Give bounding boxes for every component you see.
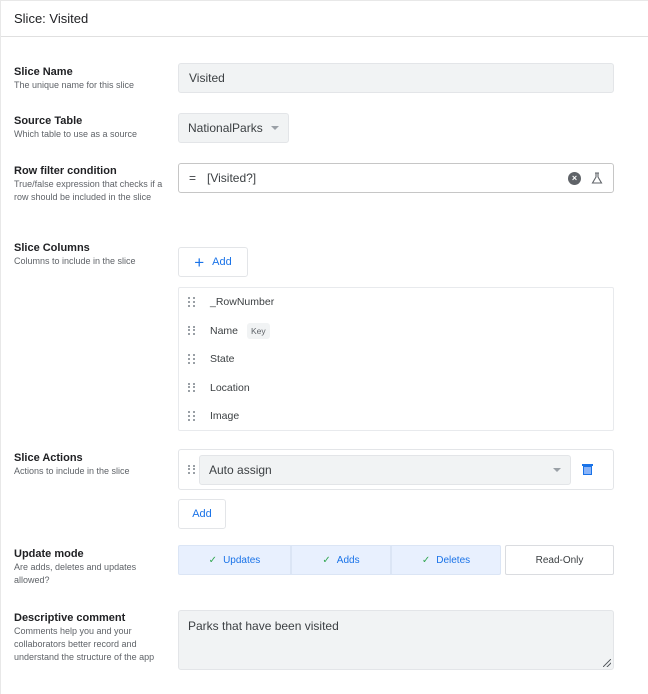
comment-label-group: Descriptive comment Comments help you an… [14,611,164,664]
mode-label: Read-Only [535,554,584,566]
slice-name-label-group: Slice Name The unique name for this slic… [14,65,164,92]
mode-readonly-toggle[interactable]: Read-Only [505,545,614,575]
drag-handle-icon[interactable] [188,382,196,393]
source-table-select[interactable]: NationalParks [178,113,289,143]
slice-name-description: The unique name for this slice [14,80,135,90]
slice-action-value: Auto assign [209,462,272,477]
mode-label: Updates [223,554,261,566]
source-table-description: Which table to use as a source [14,129,138,139]
slice-action-select[interactable]: Auto assign [199,454,571,485]
trash-icon[interactable] [582,464,593,475]
mode-label: Deletes [436,554,471,566]
column-name: _RowNumber [210,296,275,309]
comment-textarea[interactable]: Parks that have been visited [178,610,614,670]
slice-name-label: Slice Name [14,66,73,78]
slice-columns-label: Slice Columns [14,242,90,254]
source-table-label: Source Table [14,115,83,127]
slice-name-value: Visited [189,71,225,85]
slice-actions-label-group: Slice Actions Actions to include in the … [14,451,164,478]
comment-description: Comments help you and your collaborators… [14,626,155,662]
comment-label: Descriptive comment [14,612,126,624]
drag-handle-icon[interactable] [188,411,196,421]
column-name: Image [210,410,240,423]
test-flask-icon[interactable] [591,172,603,184]
check-icon: ✓ [208,554,218,566]
slice-columns-list: _RowNumber Name Key State Location Image [178,287,614,431]
row-filter-expression-input[interactable]: = [Visited?] × [178,163,614,193]
panel-title: Slice: Visited [14,11,89,26]
row-filter-value: [Visited?] [207,171,257,185]
column-item[interactable]: State [179,345,613,374]
column-name: Location [210,381,250,394]
chevron-down-icon [270,126,279,130]
panel-header: Slice: Visited [1,1,648,37]
slice-editor-panel: Slice: Visited Slice Name The unique nam… [0,0,648,694]
column-item[interactable]: Image [179,402,613,431]
row-filter-description: True/false expression that checks if a r… [14,179,163,202]
column-item[interactable]: Name Key [179,317,613,346]
key-badge: Key [247,322,270,339]
slice-action-item: Auto assign [178,449,614,490]
column-name: State [210,353,235,366]
row-filter-label: Row filter condition [14,165,117,177]
chevron-down-icon [553,467,561,472]
comment-value: Parks that have been visited [188,619,339,633]
column-item[interactable]: _RowNumber [179,288,613,317]
drag-handle-icon[interactable] [188,325,196,336]
check-icon: ✓ [322,554,331,566]
source-table-label-group: Source Table Which table to use as a sou… [14,114,164,141]
mode-deletes-toggle[interactable]: ✓ Deletes [391,545,501,575]
drag-handle-icon[interactable] [188,297,196,307]
source-table-value: NationalParks [188,121,263,135]
column-item[interactable]: Location [179,374,613,403]
update-mode-label-group: Update mode Are adds, deletes and update… [14,547,164,587]
update-mode-description: Are adds, deletes and updates allowed? [14,562,137,585]
slice-actions-label: Slice Actions [14,452,83,464]
update-mode-toggle-group: ✓ Updates ✓ Adds ✓ Deletes Read-Only [178,545,614,575]
column-name: Name [210,324,239,337]
update-mode-label: Update mode [14,548,84,560]
slice-actions-description: Actions to include in the slice [14,466,130,476]
resize-handle-icon[interactable] [603,659,611,667]
add-action-button[interactable]: Add [178,499,226,529]
slice-columns-label-group: Slice Columns Columns to include in the … [14,241,164,268]
mode-updates-toggle[interactable]: ✓ Updates [178,545,291,575]
mode-label: Adds [336,554,360,566]
drag-handle-icon[interactable] [188,464,196,475]
clear-icon[interactable]: × [568,171,581,185]
expression-prefix: = [189,171,197,185]
check-icon: ✓ [421,554,431,566]
add-column-button[interactable]: + Add [178,247,248,277]
add-action-label: Add [192,508,212,520]
row-filter-label-group: Row filter condition True/false expressi… [14,164,164,204]
drag-handle-icon[interactable] [188,354,196,364]
plus-icon: + [194,252,205,272]
slice-name-input[interactable]: Visited [178,63,614,93]
slice-columns-description: Columns to include in the slice [14,256,136,266]
add-column-label: Add [212,256,232,268]
mode-adds-toggle[interactable]: ✓ Adds [291,545,391,575]
